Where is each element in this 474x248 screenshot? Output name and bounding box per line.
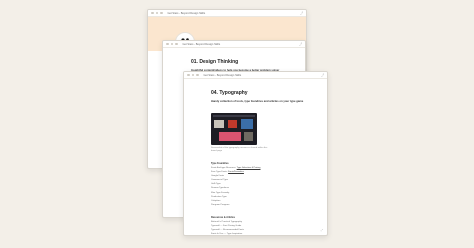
section-heading-foundries: Type Foundries [211,162,229,165]
section-heading-resources: Resources & Articles [211,215,235,219]
list-item-link[interactable]: Fonts/Foundries [228,171,244,173]
window-control-minimize[interactable] [170,42,173,46]
window-titlebar: Get Stars - Beyond Design Skills ⤴ [184,72,327,79]
list-item-text: Google Fonts [211,175,225,178]
screenshot-panel [214,120,224,128]
page-title: 01. Design Thinking [191,59,239,65]
list-item-text: Production Type [211,195,227,198]
window-control-maximize[interactable] [196,73,199,77]
screenshot-panel [241,119,253,129]
list-item-text: Klim Type Foundry [211,191,230,194]
share-icon[interactable]: ⤴ [321,73,324,77]
list-item-text: Fonts In Use — Type Inspiration [211,233,243,236]
window-control-close[interactable] [166,42,169,46]
tab-title[interactable]: Get Stars - Beyond Design Skills [204,74,242,77]
window-control-minimize[interactable] [155,11,158,15]
screenshot-panel [244,132,253,141]
expand-icon[interactable]: ⤢ [321,228,323,232]
list-item-text: Commercial Type [211,179,228,182]
resources-list: Butterick's Practical Typography Typewolf… [211,220,327,236]
screenshot-panel [228,120,237,128]
share-icon[interactable]: ⤴ [299,42,302,46]
screenshot-caption: Screenshot of the typography resources s… [211,147,268,152]
screenshot-toolbar [213,115,255,117]
window-titlebar: Get Stars - Beyond Design Skills ⤴ [163,41,305,48]
list-item-text: Front-End type Resource: [211,167,237,169]
list-item-text: Grilli Type [211,183,221,186]
tab-title[interactable]: Get Stars - Beyond Design Skills [183,43,221,46]
page-subtitle: Handy collection of tools, type foundrie… [211,100,304,103]
foundries-list: Front-End type Resource: Type Selection … [211,166,327,207]
list-item-text: Dinamo Typefaces [211,187,230,190]
list-item-text: Typewolf — Font Pairing Guide [211,225,242,228]
tab-title[interactable]: Get Stars - Beyond Design Skills [168,12,206,15]
list-item-text: Butterick's Practical Typography [211,220,243,223]
browser-window-typography[interactable]: Get Stars - Beyond Design Skills ⤴ 04. T… [183,71,328,236]
window-control-maximize[interactable] [175,42,178,46]
list-item-link[interactable]: Type Selection & Pairing [237,167,261,169]
list-item-text: Typewolf — Recommended Fonts [211,229,244,232]
list-item[interactable]: Fonts In Use — Type Inspiration [211,232,327,236]
list-item-text: Colophon [211,199,221,202]
window-control-minimize[interactable] [191,73,194,77]
list-item-text: Free Type Fonts: [211,171,229,174]
window-titlebar: Get Stars - Beyond Design Skills ⤴ [148,10,306,17]
list-item-text: Pangram Pangram [211,203,230,206]
page-title: 04. Typography [211,90,248,96]
screenshot-panel [219,132,241,141]
list-item[interactable]: Pangram Pangram [211,203,327,207]
window-control-close[interactable] [187,73,190,77]
window-control-maximize[interactable] [160,11,163,15]
window-control-close[interactable] [151,11,154,15]
embedded-screenshot[interactable] [211,113,257,145]
share-icon[interactable]: ⤴ [300,11,303,15]
